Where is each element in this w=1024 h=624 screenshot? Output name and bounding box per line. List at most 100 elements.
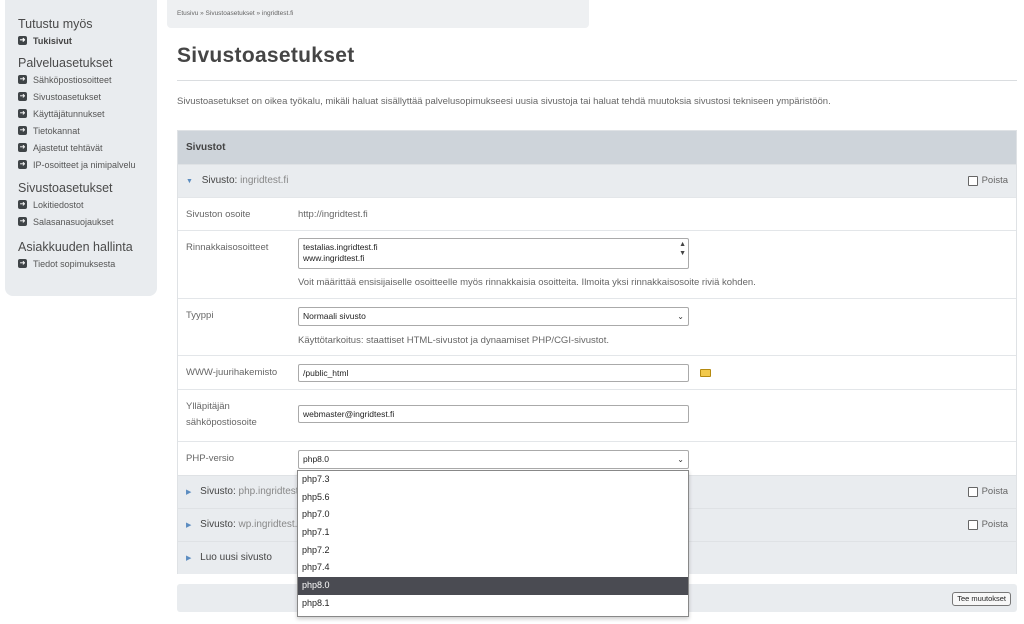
sidebar-item-kayttajatunnukset[interactable]: ➜ Käyttäjätunnukset — [18, 105, 157, 122]
caret-right-icon[interactable]: ▶ — [186, 522, 191, 529]
sidebar-item-label: IP-osoitteet ja nimipalvelu — [33, 159, 136, 170]
site-header-ingridtest[interactable]: ▼ Sivusto: ingridtest.fi Poista — [178, 164, 1016, 197]
type-help: Käyttötarkoitus: staattiset HTML-sivusto… — [298, 335, 609, 346]
caret-right-icon[interactable]: ▶ — [186, 489, 191, 496]
admin-email-input[interactable]: webmaster@ingridtest.fi — [298, 405, 689, 423]
php-option-php8-1[interactable]: php8.1 — [298, 595, 688, 613]
sidebar-item-salasanasuojaukset[interactable]: ➜ Salasanasuojaukset — [18, 213, 157, 230]
sidebar-item-tukisivut[interactable]: ➜ Tukisivut — [18, 32, 157, 49]
arrow-right-icon: ➜ — [18, 143, 27, 152]
delete-site-toggle[interactable]: Poista — [967, 509, 1008, 541]
panel-header: Sivustot — [178, 131, 1016, 164]
arrow-right-icon: ➜ — [18, 109, 27, 118]
site-address-value: http://ingridtest.fi — [298, 209, 368, 220]
delete-checkbox[interactable] — [967, 487, 978, 497]
caret-right-icon[interactable]: ▶ — [186, 555, 191, 562]
save-changes-button[interactable]: Tee muutokset — [952, 592, 1011, 606]
alias-line: www.ingridtest.fi — [303, 253, 365, 263]
sidebar-item-label: Sivustoasetukset — [33, 91, 102, 102]
arrow-right-icon: ➜ — [18, 259, 27, 268]
delete-checkbox[interactable] — [967, 176, 978, 186]
field-label: Tyyppi — [186, 310, 214, 321]
sidebar-item-tiedot-sopimuksesta[interactable]: ➜ Tiedot sopimuksesta — [18, 255, 157, 272]
sidebar-item-label: Lokitiedostot — [33, 199, 84, 210]
page-title: Sivustoasetukset — [177, 44, 355, 67]
new-site-label[interactable]: Luo uusi sivusto — [200, 552, 272, 563]
delete-site-toggle[interactable]: Poista — [967, 165, 1008, 197]
site-name: ingridtest.fi — [240, 175, 289, 186]
php-option-php7-3[interactable]: php7.3 — [298, 471, 688, 489]
folder-icon[interactable] — [700, 369, 711, 377]
arrow-right-icon: ➜ — [18, 160, 27, 169]
sidebar-item-sivustoasetukset[interactable]: ➜ Sivustoasetukset — [18, 88, 157, 105]
php-option-php7-2[interactable]: php7.2 — [298, 542, 688, 560]
php-version-select[interactable]: php8.0 ⌄ — [298, 450, 689, 469]
type-select[interactable]: Normaali sivusto ⌄ — [298, 307, 689, 326]
page-intro: Sivustoasetukset on oikea työkalu, mikäl… — [177, 96, 831, 107]
sidebar-item-label: Tiedot sopimuksesta — [33, 258, 116, 269]
sidebar-group-tutustu: Tutustu myös ➜ Tukisivut — [5, 0, 157, 49]
arrow-right-icon: ➜ — [18, 75, 27, 84]
sidebar-group-sivustoasetukset: Sivustoasetukset ➜ Lokitiedostot ➜ Salas… — [5, 173, 157, 230]
sidebar-group-title: Tutustu myös — [18, 17, 93, 31]
sidebar-item-tietokannat[interactable]: ➜ Tietokannat — [18, 122, 157, 139]
field-label: Ylläpitäjän sähköpostiosoite — [186, 399, 257, 431]
sidebar-group-title: Asiakkuuden hallinta — [18, 240, 133, 254]
site-label: Sivusto: — [200, 486, 236, 497]
php-select-value: php8.0 — [303, 454, 329, 464]
sidebar-item-label: Tukisivut — [33, 35, 72, 46]
row-type: Tyyppi Normaali sivusto ⌄ Käyttötarkoitu… — [178, 298, 1016, 355]
php-option-php7-1[interactable]: php7.1 — [298, 524, 688, 542]
chevron-down-icon: ⌄ — [677, 455, 684, 464]
sidebar-group-asiakkuus: Asiakkuuden hallinta ➜ Tiedot sopimukses… — [5, 230, 157, 272]
alias-line: testalias.ingridtest.fi — [303, 242, 378, 252]
sidebar-item-sahkopostiosoitteet[interactable]: ➜ Sähköpostiosoitteet — [18, 71, 157, 88]
field-label: Sivuston osoite — [186, 209, 251, 220]
site-label: Sivusto: — [201, 175, 238, 186]
aliases-textarea[interactable]: testalias.ingridtest.fi www.ingridtest.f… — [298, 238, 689, 269]
delete-checkbox[interactable] — [967, 520, 978, 530]
row-root-dir: WWW-juurihakemisto /public_html — [178, 355, 1016, 389]
sidebar-item-label: Tietokannat — [33, 125, 80, 136]
field-label: WWW-juurihakemisto — [186, 367, 278, 378]
delete-label: Poista — [981, 486, 1008, 497]
type-select-value: Normaali sivusto — [303, 311, 366, 321]
field-label: PHP-versio — [186, 453, 235, 464]
sidebar-group-title: Sivustoasetukset — [18, 181, 113, 195]
label-line: sähköpostiosoite — [186, 417, 257, 428]
label-line: Ylläpitäjän — [186, 401, 230, 412]
arrow-right-icon: ➜ — [18, 217, 27, 226]
php-option-php7-0[interactable]: php7.0 — [298, 506, 688, 524]
root-dir-input[interactable]: /public_html — [298, 364, 689, 382]
row-aliases: Rinnakkaisosoitteet testalias.ingridtest… — [178, 230, 1016, 298]
row-admin-email: Ylläpitäjän sähköpostiosoite webmaster@i… — [178, 389, 1016, 441]
sidebar-item-label: Ajastetut tehtävät — [33, 142, 103, 153]
delete-site-toggle[interactable]: Poista — [967, 476, 1008, 508]
textarea-scroll-arrows-icon[interactable]: ▲ ▼ — [679, 240, 686, 258]
sidebar: Tutustu myös ➜ Tukisivut Palveluasetukse… — [5, 0, 157, 296]
php-version-dropdown[interactable]: php7.3 php5.6 php7.0 php7.1 php7.2 php7.4 php8… — [297, 470, 689, 617]
sidebar-item-label: Salasanasuojaukset — [33, 216, 114, 227]
sidebar-item-label: Käyttäjätunnukset — [33, 108, 105, 119]
breadcrumb[interactable]: Etusivu » Sivustoasetukset » ingridtest.… — [167, 0, 589, 28]
php-option-php7-4[interactable]: php7.4 — [298, 559, 688, 577]
sidebar-group-title: Palveluasetukset — [18, 56, 113, 70]
site-name: wp.ingridtest.fi — [238, 519, 303, 530]
arrow-right-icon: ➜ — [18, 200, 27, 209]
arrow-right-icon: ➜ — [18, 36, 27, 45]
sidebar-item-label: Sähköpostiosoitteet — [33, 74, 112, 85]
arrow-right-icon: ➜ — [18, 92, 27, 101]
delete-label: Poista — [981, 175, 1008, 186]
field-label: Rinnakkaisosoitteet — [186, 242, 269, 253]
php-option-php8-0[interactable]: php8.0 — [298, 577, 688, 595]
php-option-php5-6[interactable]: php5.6 — [298, 489, 688, 507]
caret-down-icon[interactable]: ▼ — [186, 178, 193, 185]
arrow-right-icon: ➜ — [18, 126, 27, 135]
chevron-down-icon: ⌄ — [677, 312, 684, 321]
sidebar-group-palveluasetukset: Palveluasetukset ➜ Sähköpostiosoitteet ➜… — [5, 49, 157, 173]
sidebar-item-ip-osoitteet[interactable]: ➜ IP-osoitteet ja nimipalvelu — [18, 156, 157, 173]
sidebar-item-ajastetut-tehtavat[interactable]: ➜ Ajastetut tehtävät — [18, 139, 157, 156]
aliases-help: Voit määrittää ensisijaiselle osoitteell… — [298, 277, 756, 288]
site-label: Sivusto: — [200, 519, 236, 530]
sidebar-item-lokitiedostot[interactable]: ➜ Lokitiedostot — [18, 196, 157, 213]
